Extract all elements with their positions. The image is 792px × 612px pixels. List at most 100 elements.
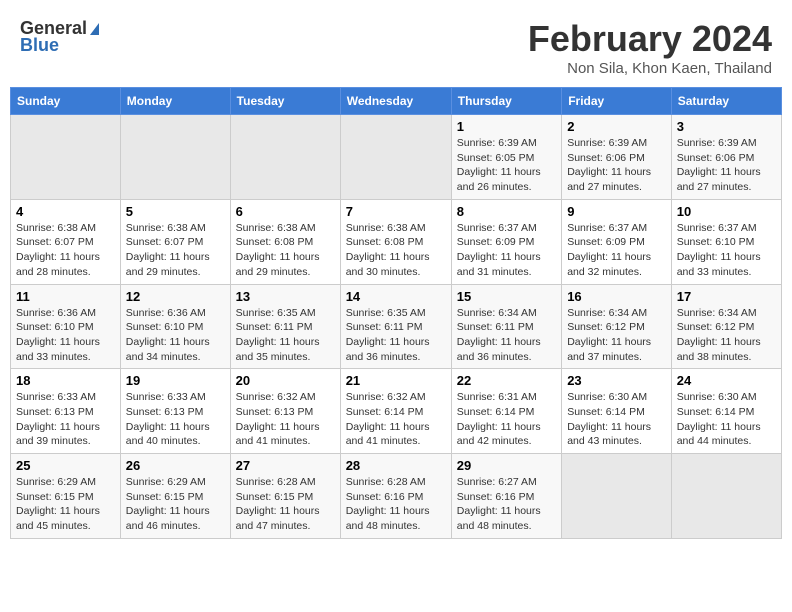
calendar-cell bbox=[340, 115, 451, 200]
location-subtitle: Non Sila, Khon Kaen, Thailand bbox=[528, 60, 772, 77]
day-number: 14 bbox=[346, 289, 446, 304]
calendar-week-1: 1 Sunrise: 6:39 AMSunset: 6:05 PMDaylight… bbox=[11, 115, 782, 200]
day-info: Sunrise: 6:30 AMSunset: 6:14 PMDaylight:… bbox=[567, 390, 666, 449]
day-info: Sunrise: 6:28 AMSunset: 6:16 PMDaylight:… bbox=[346, 475, 446, 534]
day-info: Sunrise: 6:34 AMSunset: 6:11 PMDaylight:… bbox=[457, 306, 556, 365]
day-info: Sunrise: 6:35 AMSunset: 6:11 PMDaylight:… bbox=[346, 306, 446, 365]
day-info: Sunrise: 6:39 AMSunset: 6:06 PMDaylight:… bbox=[677, 136, 776, 195]
day-info: Sunrise: 6:34 AMSunset: 6:12 PMDaylight:… bbox=[567, 306, 666, 365]
day-info: Sunrise: 6:33 AMSunset: 6:13 PMDaylight:… bbox=[16, 390, 115, 449]
day-info: Sunrise: 6:37 AMSunset: 6:09 PMDaylight:… bbox=[457, 221, 556, 280]
day-number: 29 bbox=[457, 458, 556, 473]
day-number: 21 bbox=[346, 373, 446, 388]
day-info: Sunrise: 6:30 AMSunset: 6:14 PMDaylight:… bbox=[677, 390, 776, 449]
day-number: 19 bbox=[126, 373, 225, 388]
calendar-cell: 17 Sunrise: 6:34 AMSunset: 6:12 PMDayligh… bbox=[671, 284, 781, 369]
calendar-cell: 2Sunrise: 6:39 AMSunset: 6:06 PMDaylight… bbox=[562, 115, 672, 200]
day-number: 6 bbox=[236, 204, 335, 219]
logo: General Blue bbox=[20, 18, 99, 56]
day-number: 4 bbox=[16, 204, 115, 219]
day-info: Sunrise: 6:38 AMSunset: 6:08 PMDaylight:… bbox=[236, 221, 335, 280]
calendar-cell: 4 Sunrise: 6:38 AMSunset: 6:07 PMDaylight… bbox=[11, 199, 121, 284]
calendar-cell: 10 Sunrise: 6:37 AMSunset: 6:10 PMDayligh… bbox=[671, 199, 781, 284]
calendar-body: 1 Sunrise: 6:39 AMSunset: 6:05 PMDaylight… bbox=[11, 115, 782, 539]
day-info: Sunrise: 6:33 AMSunset: 6:13 PMDaylight:… bbox=[126, 390, 225, 449]
day-info: Sunrise: 6:34 AMSunset: 6:12 PMDaylight:… bbox=[677, 306, 776, 365]
calendar-cell bbox=[11, 115, 121, 200]
day-info: Sunrise: 6:28 AMSunset: 6:15 PMDaylight:… bbox=[236, 475, 335, 534]
calendar-cell bbox=[120, 115, 230, 200]
header-day-tuesday: Tuesday bbox=[230, 88, 340, 115]
day-info: Sunrise: 6:36 AMSunset: 6:10 PMDaylight:… bbox=[16, 306, 115, 365]
day-number: 28 bbox=[346, 458, 446, 473]
calendar-cell: 9 Sunrise: 6:37 AMSunset: 6:09 PMDaylight… bbox=[562, 199, 672, 284]
calendar-cell: 26 Sunrise: 6:29 AMSunset: 6:15 PMDayligh… bbox=[120, 454, 230, 539]
calendar-cell: 13 Sunrise: 6:35 AMSunset: 6:11 PMDayligh… bbox=[230, 284, 340, 369]
calendar-cell bbox=[671, 454, 781, 539]
day-info: Sunrise: 6:39 AMSunset: 6:05 PMDaylight:… bbox=[457, 136, 556, 195]
calendar-cell: 6 Sunrise: 6:38 AMSunset: 6:08 PMDaylight… bbox=[230, 199, 340, 284]
calendar-cell: 21 Sunrise: 6:32 AMSunset: 6:14 PMDayligh… bbox=[340, 369, 451, 454]
calendar-cell: 23 Sunrise: 6:30 AMSunset: 6:14 PMDayligh… bbox=[562, 369, 672, 454]
day-number: 17 bbox=[677, 289, 776, 304]
calendar-cell: 15 Sunrise: 6:34 AMSunset: 6:11 PMDayligh… bbox=[451, 284, 561, 369]
calendar-week-4: 18Sunrise: 6:33 AMSunset: 6:13 PMDayligh… bbox=[11, 369, 782, 454]
title-block: February 2024 Non Sila, Khon Kaen, Thail… bbox=[528, 18, 772, 77]
header-day-monday: Monday bbox=[120, 88, 230, 115]
day-number: 23 bbox=[567, 373, 666, 388]
day-number: 26 bbox=[126, 458, 225, 473]
calendar-cell: 24Sunrise: 6:30 AMSunset: 6:14 PMDayligh… bbox=[671, 369, 781, 454]
day-info: Sunrise: 6:38 AMSunset: 6:07 PMDaylight:… bbox=[126, 221, 225, 280]
calendar-cell: 25 Sunrise: 6:29 AMSunset: 6:15 PMDayligh… bbox=[11, 454, 121, 539]
calendar-cell: 5 Sunrise: 6:38 AMSunset: 6:07 PMDaylight… bbox=[120, 199, 230, 284]
day-number: 13 bbox=[236, 289, 335, 304]
calendar-cell: 29 Sunrise: 6:27 AMSunset: 6:16 PMDayligh… bbox=[451, 454, 561, 539]
calendar-table: SundayMondayTuesdayWednesdayThursdayFrid… bbox=[10, 87, 782, 539]
day-info: Sunrise: 6:38 AMSunset: 6:07 PMDaylight:… bbox=[16, 221, 115, 280]
month-title: February 2024 bbox=[528, 18, 772, 60]
day-info: Sunrise: 6:27 AMSunset: 6:16 PMDaylight:… bbox=[457, 475, 556, 534]
day-info: Sunrise: 6:36 AMSunset: 6:10 PMDaylight:… bbox=[126, 306, 225, 365]
day-number: 16 bbox=[567, 289, 666, 304]
calendar-cell: 22Sunrise: 6:31 AMSunset: 6:14 PMDayligh… bbox=[451, 369, 561, 454]
day-number: 27 bbox=[236, 458, 335, 473]
day-info: Sunrise: 6:38 AMSunset: 6:08 PMDaylight:… bbox=[346, 221, 446, 280]
day-number: 20 bbox=[236, 373, 335, 388]
header-row: SundayMondayTuesdayWednesdayThursdayFrid… bbox=[11, 88, 782, 115]
calendar-cell: 27 Sunrise: 6:28 AMSunset: 6:15 PMDayligh… bbox=[230, 454, 340, 539]
calendar-cell bbox=[230, 115, 340, 200]
calendar-cell: 14 Sunrise: 6:35 AMSunset: 6:11 PMDayligh… bbox=[340, 284, 451, 369]
day-info: Sunrise: 6:29 AMSunset: 6:15 PMDaylight:… bbox=[16, 475, 115, 534]
calendar-cell: 18Sunrise: 6:33 AMSunset: 6:13 PMDayligh… bbox=[11, 369, 121, 454]
calendar-cell: 16 Sunrise: 6:34 AMSunset: 6:12 PMDayligh… bbox=[562, 284, 672, 369]
logo-blue-text: Blue bbox=[20, 35, 59, 56]
calendar-week-2: 4 Sunrise: 6:38 AMSunset: 6:07 PMDaylight… bbox=[11, 199, 782, 284]
calendar-header: SundayMondayTuesdayWednesdayThursdayFrid… bbox=[11, 88, 782, 115]
day-info: Sunrise: 6:31 AMSunset: 6:14 PMDaylight:… bbox=[457, 390, 556, 449]
day-number: 25 bbox=[16, 458, 115, 473]
calendar-cell: 19 Sunrise: 6:33 AMSunset: 6:13 PMDayligh… bbox=[120, 369, 230, 454]
day-number: 8 bbox=[457, 204, 556, 219]
day-number: 7 bbox=[346, 204, 446, 219]
day-number: 15 bbox=[457, 289, 556, 304]
calendar-cell: 11 Sunrise: 6:36 AMSunset: 6:10 PMDayligh… bbox=[11, 284, 121, 369]
calendar-cell: 28 Sunrise: 6:28 AMSunset: 6:16 PMDayligh… bbox=[340, 454, 451, 539]
day-info: Sunrise: 6:29 AMSunset: 6:15 PMDaylight:… bbox=[126, 475, 225, 534]
header-day-sunday: Sunday bbox=[11, 88, 121, 115]
day-number: 5 bbox=[126, 204, 225, 219]
day-info: Sunrise: 6:37 AMSunset: 6:10 PMDaylight:… bbox=[677, 221, 776, 280]
day-info: Sunrise: 6:32 AMSunset: 6:14 PMDaylight:… bbox=[346, 390, 446, 449]
header-day-friday: Friday bbox=[562, 88, 672, 115]
page-header: General Blue February 2024 Non Sila, Kho… bbox=[10, 10, 782, 81]
day-info: Sunrise: 6:37 AMSunset: 6:09 PMDaylight:… bbox=[567, 221, 666, 280]
day-info: Sunrise: 6:32 AMSunset: 6:13 PMDaylight:… bbox=[236, 390, 335, 449]
day-number: 1 bbox=[457, 119, 556, 134]
day-number: 10 bbox=[677, 204, 776, 219]
calendar-cell: 1 Sunrise: 6:39 AMSunset: 6:05 PMDaylight… bbox=[451, 115, 561, 200]
calendar-cell: 7 Sunrise: 6:38 AMSunset: 6:08 PMDaylight… bbox=[340, 199, 451, 284]
day-info: Sunrise: 6:35 AMSunset: 6:11 PMDaylight:… bbox=[236, 306, 335, 365]
day-number: 9 bbox=[567, 204, 666, 219]
day-number: 2 bbox=[567, 119, 666, 134]
calendar-cell bbox=[562, 454, 672, 539]
day-number: 11 bbox=[16, 289, 115, 304]
